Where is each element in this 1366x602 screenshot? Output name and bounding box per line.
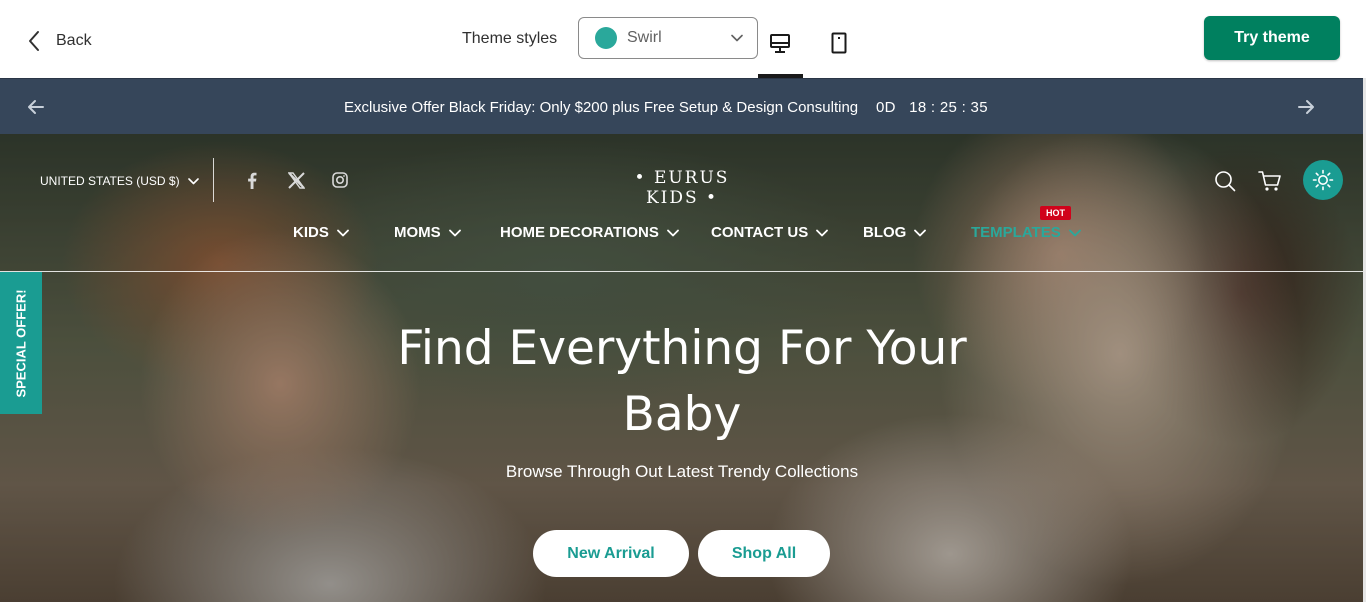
theme-toggle-button[interactable] — [1303, 160, 1343, 200]
nav-divider — [0, 271, 1363, 272]
announcement-text: Exclusive Offer Black Friday: Only $200 … — [344, 99, 859, 116]
nav-item-label: CONTACT US — [711, 224, 809, 241]
nav-item-label: TEMPLATES — [971, 224, 1061, 241]
cart-icon[interactable] — [1257, 168, 1283, 194]
chevron-down-icon — [448, 229, 461, 236]
hero-subtitle: Browse Through Out Latest Trendy Collect… — [505, 462, 859, 481]
chevron-down-icon — [731, 34, 743, 42]
style-swatch — [595, 27, 617, 49]
chevron-down-icon — [336, 229, 349, 236]
announcement-bar: Exclusive Offer Black Friday: Only $200 … — [0, 78, 1363, 134]
hero-banner: UNITED STATES (USD $) • EURUS KIDS • KID… — [0, 134, 1363, 602]
chevron-down-icon — [187, 177, 199, 184]
shop-all-button[interactable]: Shop All — [698, 530, 830, 577]
currency-label: UNITED STATES (USD $) — [40, 174, 180, 188]
hot-badge: HOT — [1040, 206, 1071, 220]
back-label: Back — [56, 32, 92, 49]
mobile-icon — [831, 32, 847, 54]
nav-item-home-decorations[interactable]: HOME DECORATIONS — [500, 224, 679, 241]
search-icon[interactable] — [1212, 168, 1238, 194]
desktop-view-button[interactable] — [758, 26, 802, 60]
nav-item-moms[interactable]: MOMS — [394, 224, 461, 241]
mobile-view-button[interactable] — [817, 26, 861, 60]
try-theme-button[interactable]: Try theme — [1204, 16, 1340, 60]
store-logo[interactable]: • EURUS KIDS • — [612, 168, 752, 208]
hero-title: Find Everything For Your Baby — [397, 321, 967, 442]
chevron-down-icon — [667, 229, 679, 236]
special-offer-label: SPECIAL OFFER! — [13, 288, 29, 398]
special-offer-tab[interactable]: SPECIAL OFFER! — [0, 272, 42, 414]
theme-styles-label: Theme styles — [462, 30, 558, 47]
back-button[interactable]: Back — [28, 26, 92, 56]
style-select-value: Swirl — [627, 29, 662, 46]
nav-item-kids[interactable]: KIDS — [293, 224, 349, 241]
nav-item-label: MOMS — [394, 224, 441, 241]
countdown-timer: 0D 18 : 25 : 35 — [876, 99, 988, 116]
desktop-icon — [770, 34, 790, 53]
nav-item-label: BLOG — [863, 224, 907, 241]
header-divider — [213, 158, 214, 202]
facebook-icon[interactable] — [243, 171, 261, 189]
chevron-down-icon — [914, 229, 927, 236]
x-icon[interactable] — [287, 171, 305, 189]
arrow-left-icon — [28, 100, 44, 114]
nav-item-blog[interactable]: BLOG — [863, 224, 927, 241]
arrow-right-icon — [1298, 100, 1314, 114]
chevron-left-icon — [29, 31, 39, 51]
chevron-down-icon — [816, 229, 829, 236]
currency-selector[interactable]: UNITED STATES (USD $) — [40, 174, 199, 188]
instagram-icon[interactable] — [331, 171, 349, 189]
nav-item-templates[interactable]: TEMPLATES — [971, 224, 1081, 241]
announcement-next-button[interactable] — [1294, 95, 1318, 119]
announcement-prev-button[interactable] — [24, 95, 48, 119]
chevron-down-icon — [1068, 229, 1081, 236]
theme-style-select[interactable]: Swirl — [578, 17, 758, 59]
nav-item-contact-us[interactable]: CONTACT US — [711, 224, 829, 241]
sun-icon — [1312, 169, 1334, 191]
new-arrival-button[interactable]: New Arrival — [533, 530, 689, 577]
nav-item-label: HOME DECORATIONS — [500, 224, 659, 241]
preview-toolbar: Back Theme styles Swirl Try theme — [0, 0, 1366, 78]
nav-item-label: KIDS — [293, 224, 329, 241]
